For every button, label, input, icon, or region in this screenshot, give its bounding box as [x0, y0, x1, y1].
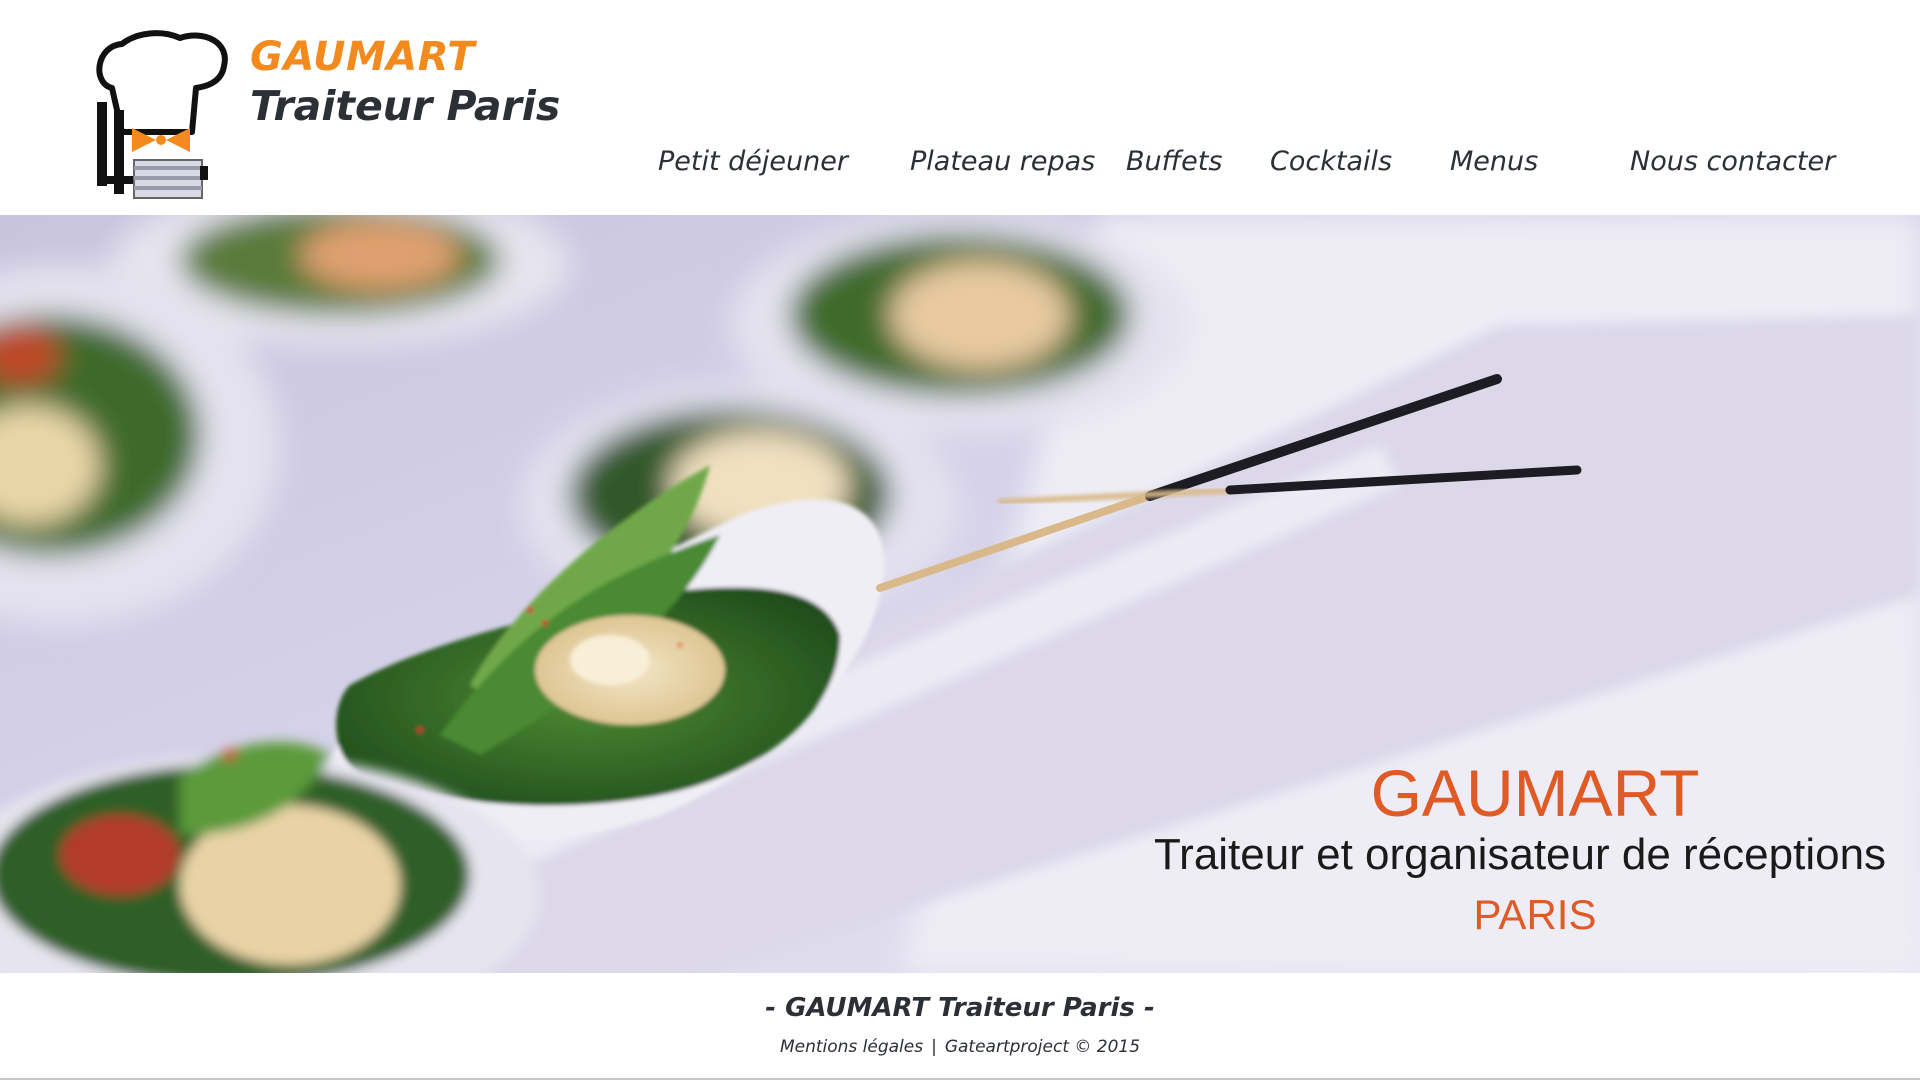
nav-item-cocktails[interactable]: Cocktails [1270, 146, 1392, 177]
nav-item-petit-dejeuner[interactable]: Petit déjeuner [658, 146, 848, 177]
brand-subtitle[interactable]: Traiteur Paris [250, 82, 560, 130]
footer-title: - GAUMART Traiteur Paris - [765, 993, 1155, 1023]
hero-title: GAUMART [1370, 756, 1700, 830]
legal-notice-link[interactable]: Mentions légales [780, 1037, 923, 1057]
nav-item-plateau-repas[interactable]: Plateau repas [910, 146, 1095, 177]
nav-item-menus[interactable]: Menus [1450, 146, 1538, 177]
footer-links: Mentions légales | Gateartproject © 2015 [0, 1037, 1920, 1057]
nav-item-buffets[interactable]: Buffets [1126, 146, 1222, 177]
footer-credit: Gateartproject © 2015 [944, 1037, 1141, 1057]
chef-hat-logo-icon[interactable] [92, 28, 232, 200]
site-footer: - GAUMART Traiteur Paris - Mentions léga… [0, 973, 1920, 1080]
hero-subtitle: Traiteur et organisateur de réceptions [1153, 830, 1887, 879]
site-header: GAUMART Traiteur Paris Petit déjeuner Pl… [0, 0, 1920, 215]
hero-banner: GAUMART Traiteur et organisateur de réce… [0, 215, 1920, 973]
footer-separator: | [931, 1037, 937, 1057]
brand-name[interactable]: GAUMART [250, 34, 475, 80]
nav-item-nous-contacter[interactable]: Nous contacter [1630, 146, 1835, 177]
hero-city: PARIS [1473, 891, 1597, 938]
